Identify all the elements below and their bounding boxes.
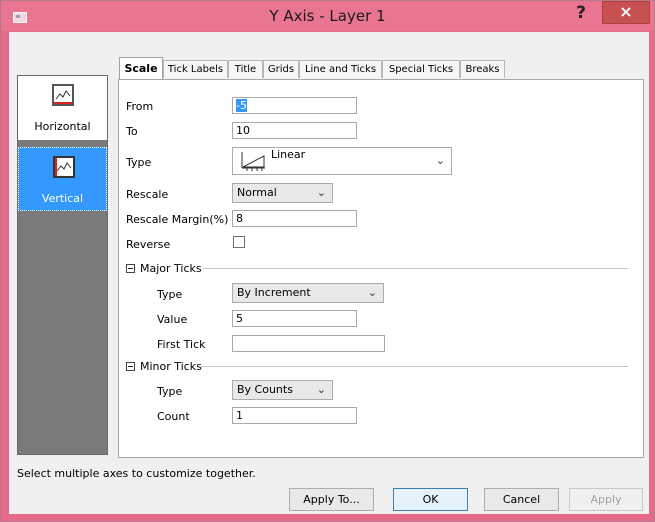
major-type-select[interactable]: By Increment ⌄: [232, 283, 384, 303]
chevron-down-icon: ⌄: [316, 186, 326, 199]
close-button[interactable]: ×: [602, 1, 650, 24]
scale-type-value: Linear: [271, 148, 306, 161]
from-field[interactable]: -5: [232, 97, 357, 114]
tab-scale[interactable]: Scale: [119, 57, 163, 79]
dialog-title: Y Axis - Layer 1: [269, 7, 386, 25]
rescale-margin-field[interactable]: 8: [232, 210, 357, 227]
reverse-label: Reverse: [126, 238, 171, 251]
apply-button[interactable]: Apply: [569, 488, 643, 511]
horizontal-axis-icon: [52, 84, 74, 106]
rescale-margin-label: Rescale Margin(%): [126, 213, 229, 226]
help-button[interactable]: ?: [567, 1, 595, 25]
minor-type-select[interactable]: By Counts ⌄: [232, 380, 333, 400]
from-value: -5: [236, 99, 247, 112]
minor-type-label: Type: [157, 385, 183, 398]
type-label: Type: [126, 156, 152, 169]
minor-ticks-header: Minor Ticks: [140, 360, 202, 373]
section-divider: [201, 366, 628, 367]
axis-item-label: Vertical: [41, 192, 84, 205]
chevron-down-icon: ⌄: [316, 383, 326, 396]
status-text: Select multiple axes to customize togeth…: [17, 467, 256, 480]
dialog-window: Y Axis - Layer 1 ? × Horizontal Vertical…: [0, 0, 655, 522]
axis-item-label: Horizontal: [34, 120, 91, 133]
tab-tick-labels[interactable]: Tick Labels: [163, 60, 228, 78]
linear-scale-icon: [241, 152, 265, 171]
collapse-major-ticks-icon[interactable]: [126, 264, 135, 273]
tab-special-ticks[interactable]: Special Ticks: [382, 60, 460, 78]
cancel-button[interactable]: Cancel: [484, 488, 559, 511]
major-type-value: By Increment: [237, 286, 311, 299]
first-tick-label: First Tick: [157, 338, 206, 351]
minor-type-value: By Counts: [237, 383, 293, 396]
scale-type-select[interactable]: Linear ⌄: [232, 147, 452, 175]
vertical-axis-icon: [53, 156, 75, 178]
to-label: To: [126, 125, 138, 138]
axis-item-horizontal[interactable]: Horizontal: [18, 76, 107, 140]
first-tick-field[interactable]: [232, 335, 385, 352]
rescale-value: Normal: [237, 186, 277, 199]
to-field[interactable]: 10: [232, 122, 357, 139]
count-label: Count: [157, 410, 190, 423]
axis-item-vertical[interactable]: Vertical: [18, 147, 107, 211]
major-value-field[interactable]: 5: [232, 310, 357, 327]
reverse-checkbox[interactable]: [233, 236, 245, 248]
chevron-down-icon: ⌄: [367, 286, 377, 299]
apply-to-button[interactable]: Apply To...: [289, 488, 374, 511]
tab-grids[interactable]: Grids: [263, 60, 299, 78]
title-bar[interactable]: Y Axis - Layer 1 ? ×: [1, 1, 654, 31]
tab-title[interactable]: Title: [228, 60, 263, 78]
section-divider: [203, 268, 628, 269]
tab-breaks[interactable]: Breaks: [460, 60, 505, 78]
rescale-label: Rescale: [126, 188, 169, 201]
major-ticks-header: Major Ticks: [140, 262, 202, 275]
ok-button[interactable]: OK: [393, 488, 468, 511]
chevron-down-icon: ⌄: [435, 154, 445, 167]
axis-list[interactable]: Horizontal Vertical: [17, 75, 108, 455]
from-label: From: [126, 100, 154, 113]
tab-line-and-ticks[interactable]: Line and Ticks: [299, 60, 382, 78]
collapse-minor-ticks-icon[interactable]: [126, 362, 135, 371]
count-field[interactable]: 1: [232, 407, 357, 424]
major-value-label: Value: [157, 313, 188, 326]
rescale-select[interactable]: Normal ⌄: [232, 183, 333, 203]
major-type-label: Type: [157, 288, 183, 301]
